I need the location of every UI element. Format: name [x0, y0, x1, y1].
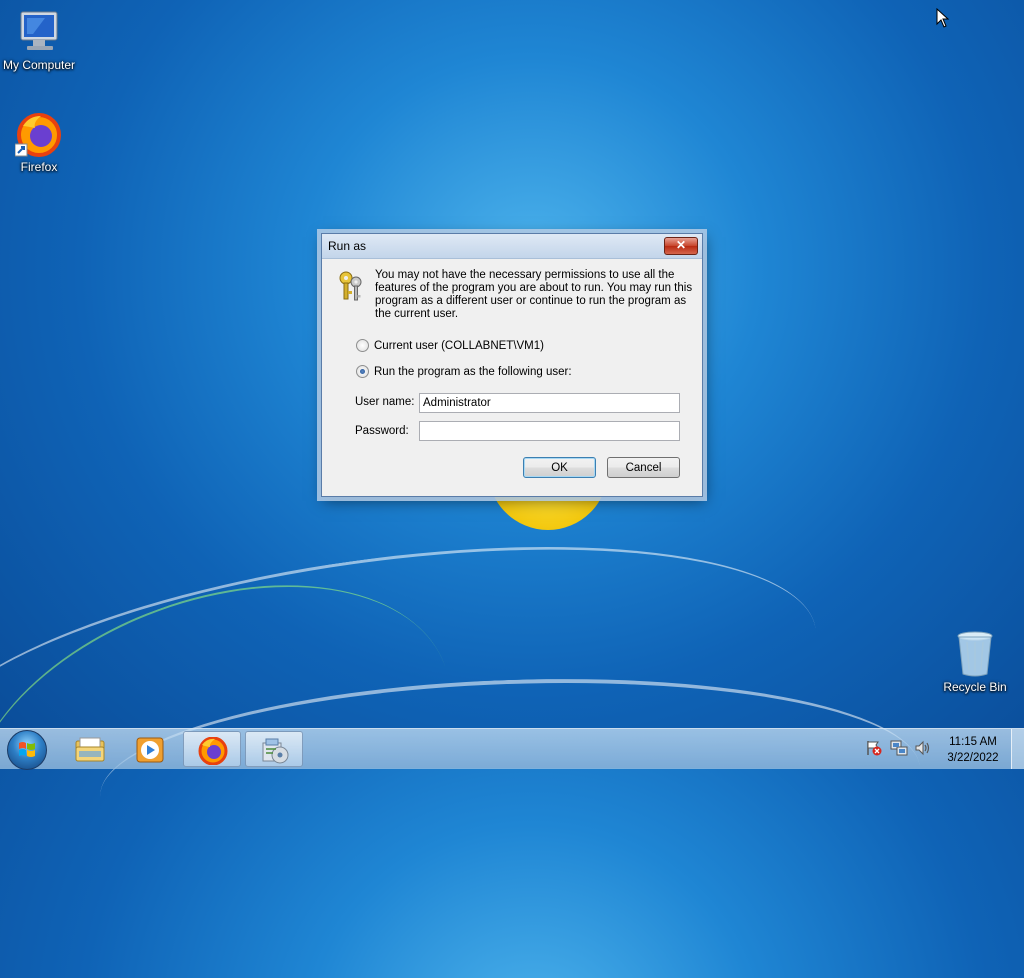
dialog-message: You may not have the necessary permissio…: [375, 269, 693, 320]
radio-current-user[interactable]: Current user (COLLABNET\VM1): [356, 339, 544, 352]
desktop-icon-recycle-bin[interactable]: Recycle Bin: [933, 630, 1017, 694]
ok-button[interactable]: OK: [523, 457, 596, 478]
windows-logo-icon: [19, 742, 35, 757]
close-button[interactable]: ✕: [664, 237, 698, 255]
taskbar-item-firefox[interactable]: [183, 731, 241, 767]
firefox-icon: [198, 737, 228, 765]
desktop-icon-my-computer[interactable]: My Computer: [0, 10, 81, 72]
radio-label: Current user (COLLABNET\VM1): [374, 339, 544, 352]
media-player-icon: [136, 737, 164, 763]
network-icon[interactable]: [890, 739, 908, 757]
run-as-dialog: Run as ✕ You may not have the necessary …: [321, 233, 703, 497]
desktop-icon-label: Firefox: [20, 160, 58, 174]
dialog-titlebar[interactable]: Run as ✕: [322, 234, 702, 259]
desktop-icon-label: My Computer: [2, 58, 76, 72]
taskbar-clock[interactable]: 11:15 AM 3/22/2022: [938, 734, 1008, 766]
username-label: User name:: [355, 396, 415, 408]
radio-label: Run the program as the following user:: [374, 365, 572, 378]
mouse-cursor-icon: [936, 8, 950, 28]
taskbar-item-file-explorer[interactable]: [61, 731, 119, 767]
taskbar: 11:15 AM 3/22/2022: [0, 728, 1024, 770]
radio-following-user[interactable]: Run the program as the following user:: [356, 365, 572, 378]
taskbar-item-installer[interactable]: [245, 731, 303, 767]
firefox-icon: [15, 113, 61, 157]
clock-time: 11:15 AM: [949, 736, 997, 748]
install-package-icon: [262, 738, 289, 764]
radio-button[interactable]: [356, 339, 369, 352]
radio-button[interactable]: [356, 365, 369, 378]
password-label: Password:: [355, 425, 409, 437]
dialog-title: Run as: [328, 239, 367, 253]
action-center-flag-icon[interactable]: [865, 739, 883, 757]
cancel-button[interactable]: Cancel: [607, 457, 680, 478]
show-desktop-button[interactable]: [1011, 729, 1024, 769]
recycle-bin-icon: [957, 631, 993, 677]
clock-date: 3/22/2022: [947, 752, 999, 764]
password-field[interactable]: [419, 421, 680, 441]
start-button[interactable]: [7, 730, 47, 770]
taskbar-item-media-player[interactable]: [121, 731, 179, 767]
volume-icon[interactable]: [914, 739, 932, 757]
desktop-icon-label: Recycle Bin: [943, 680, 1007, 694]
desktop-icon-firefox[interactable]: Firefox: [0, 112, 81, 174]
file-explorer-icon: [75, 737, 105, 762]
username-field[interactable]: [419, 393, 680, 413]
keys-icon: [339, 271, 362, 301]
computer-icon: [20, 11, 58, 50]
